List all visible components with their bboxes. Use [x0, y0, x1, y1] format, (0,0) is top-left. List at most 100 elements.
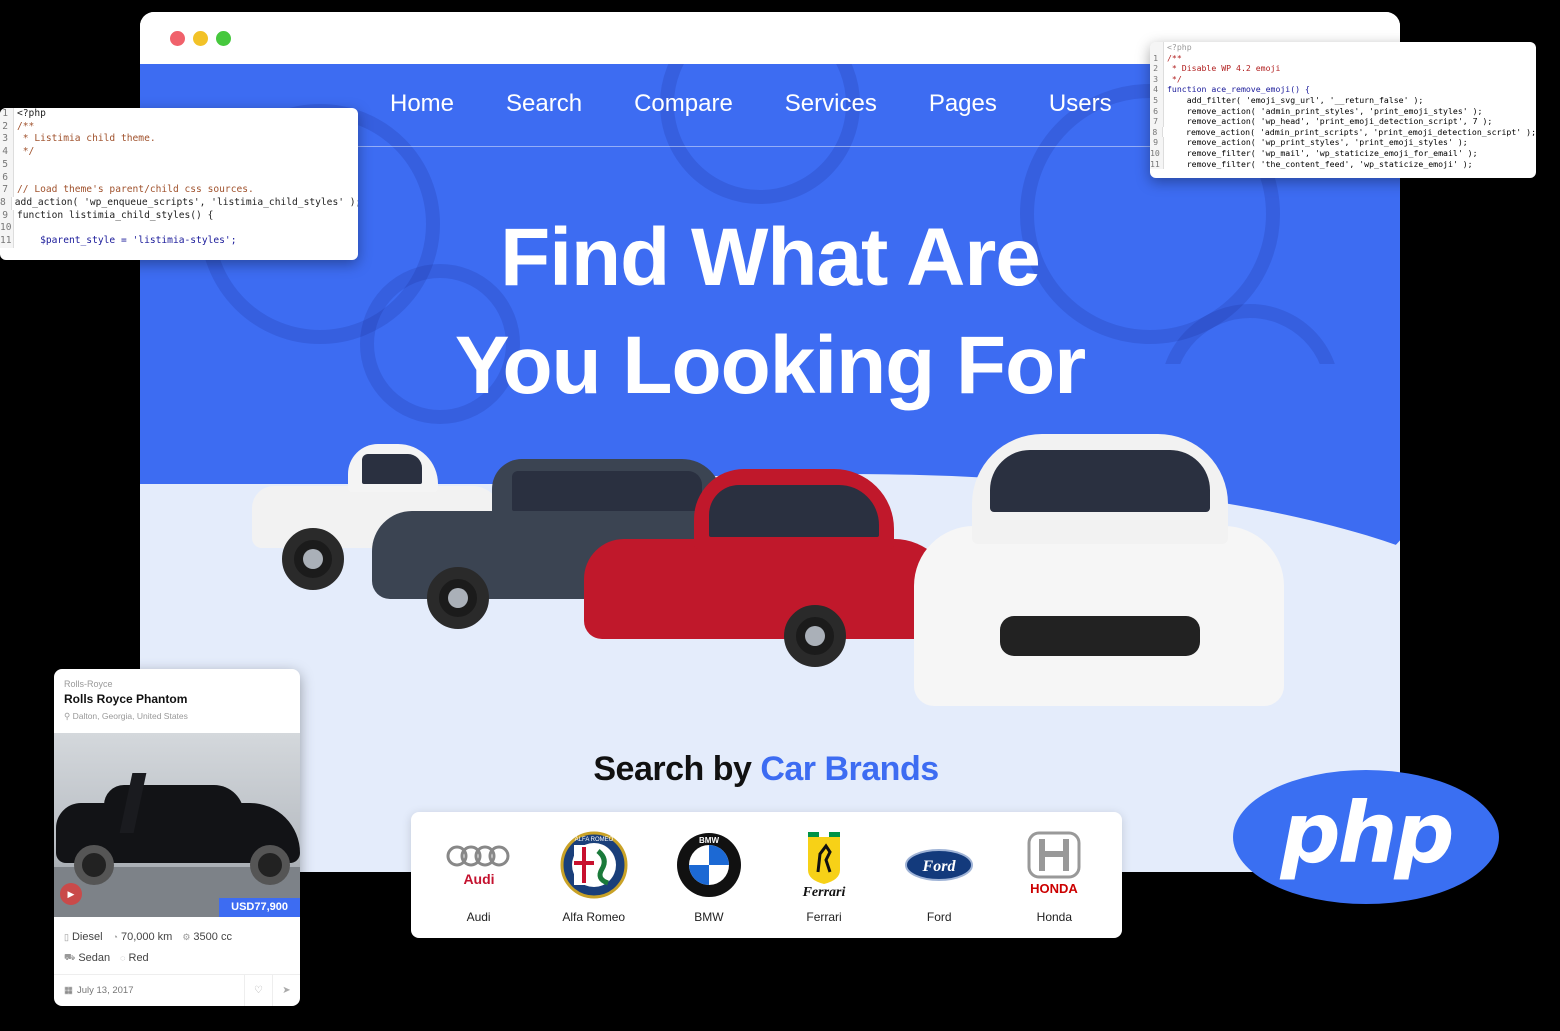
brand-ferrari[interactable]: Ferrari Ferrari: [774, 830, 874, 938]
brands-card: Audi Audi ALFA ROMEO Alfa Romeo BMW BMW …: [411, 812, 1122, 938]
line-number: 2: [0, 120, 14, 134]
honda-logo-icon: HONDA: [1018, 830, 1090, 900]
calendar-icon: ▦: [64, 985, 73, 996]
code-line: /**: [1167, 52, 1182, 63]
code-line: remove_filter( 'wp_mail', 'wp_staticize_…: [1167, 147, 1478, 158]
svg-text:ALFA ROMEO: ALFA ROMEO: [574, 837, 613, 843]
line-number: 5: [0, 158, 14, 172]
spec-engine: 3500 cc: [193, 931, 232, 943]
listing-footer: ▦ July 13, 2017 ♡ ➤: [54, 974, 300, 1006]
code-line: function ace_remove_emoji() {: [1167, 84, 1310, 95]
color-icon: ◌: [120, 953, 126, 963]
line-number: 11: [0, 235, 14, 248]
php-logo-text: php: [1280, 784, 1454, 882]
line-number: 8: [0, 196, 12, 210]
listing-location: ⚲ Dalton, Georgia, United States: [64, 711, 188, 722]
spec-body: Sedan: [78, 952, 111, 964]
nav-pages[interactable]: Pages: [929, 90, 997, 130]
code-line: $parent_style = 'listimia-styles';: [17, 235, 237, 247]
maximize-window-button[interactable]: [216, 31, 231, 46]
bmw-logo-icon: BMW: [673, 830, 745, 900]
listing-photo[interactable]: ▶ USD77,900: [54, 733, 300, 917]
brand-ford[interactable]: Ford Ford: [889, 830, 989, 938]
minimize-window-button[interactable]: [193, 31, 208, 46]
line-number: 8: [1150, 126, 1164, 138]
photo-car-wheel: [74, 845, 114, 885]
brand-label: Audi: [466, 910, 491, 924]
listing-date: July 13, 2017: [76, 985, 134, 996]
nav-search[interactable]: Search: [506, 90, 582, 130]
svg-text:Audi: Audi: [463, 871, 494, 887]
line-number: [1150, 42, 1164, 53]
line-number: 7: [0, 184, 14, 197]
code-line: /**: [17, 120, 35, 132]
ford-logo-icon: Ford: [903, 830, 975, 900]
brand-honda[interactable]: HONDA Honda: [1004, 830, 1104, 938]
svg-text:Ferrari: Ferrari: [802, 885, 846, 900]
listing-price-badge: USD77,900: [219, 898, 300, 917]
code-line: */: [17, 146, 35, 158]
favorite-heart-icon[interactable]: ♡: [244, 974, 272, 1006]
fuel-icon: ▯: [64, 931, 69, 942]
code-snippet-right: <?php 1/** 2 * Disable WP 4.2 emoji 3 */…: [1150, 42, 1536, 178]
nav-users[interactable]: Users: [1049, 90, 1112, 130]
code-line: remove_filter( 'the_content_feed', 'wp_s…: [1167, 158, 1473, 169]
listing-card[interactable]: Rolls-Royce Rolls Royce Phantom ⚲ Dalton…: [54, 669, 300, 1006]
share-icon[interactable]: ➤: [272, 974, 300, 1006]
listing-title[interactable]: Rolls Royce Phantom: [64, 692, 187, 706]
line-number: 10: [0, 222, 14, 236]
brand-audi[interactable]: Audi Audi: [429, 830, 529, 938]
listing-specs: ▯ Diesel ◔ 70,000 km ⚙ 3500 cc ⛟ Sedan ◌ Red: [64, 931, 232, 973]
brands-heading: Search by Car Brands: [140, 750, 1392, 789]
brand-label: Honda: [1036, 910, 1073, 924]
code-line: add_filter( 'emoji_svg_url', '__return_f…: [1167, 94, 1424, 105]
line-number: 10: [1150, 147, 1164, 159]
brand-label: Ferrari: [806, 910, 842, 924]
line-number: 3: [1150, 73, 1164, 85]
svg-text:BMW: BMW: [699, 836, 719, 845]
brands-heading-prefix: Search by: [593, 750, 752, 788]
nav-home[interactable]: Home: [390, 90, 454, 130]
nav-compare[interactable]: Compare: [634, 90, 733, 130]
brand-label: Ford: [926, 910, 952, 924]
line-number: 11: [1150, 158, 1164, 170]
code-line: <?php: [1167, 42, 1192, 52]
line-number: 6: [1150, 105, 1164, 117]
line-number: 9: [1150, 137, 1164, 148]
listing-location-text: Dalton, Georgia, United States: [72, 711, 188, 721]
spec-color: Red: [128, 952, 149, 964]
code-line: add_action( 'wp_enqueue_scripts', 'listi…: [14, 196, 358, 208]
location-pin-icon: ⚲: [64, 711, 73, 721]
line-number: 4: [0, 146, 14, 159]
code-line: function listimia_child_styles() {: [17, 209, 214, 221]
close-window-button[interactable]: [170, 31, 185, 46]
listing-brand: Rolls-Royce: [64, 679, 113, 689]
video-play-icon[interactable]: ▶: [60, 883, 82, 905]
gear-pattern-icon: [660, 64, 860, 204]
photo-car-wheel: [250, 845, 290, 885]
code-snippet-left: 1 <?php 2/** 3 * Listimia child theme. 4 …: [0, 108, 358, 260]
line-number: 3: [0, 133, 14, 147]
engine-icon: ⚙: [182, 931, 191, 942]
brand-label: Alfa Romeo: [562, 910, 626, 924]
mileage-icon: ◔: [112, 932, 118, 942]
nav-services[interactable]: Services: [785, 90, 877, 130]
brand-alfa-romeo[interactable]: ALFA ROMEO Alfa Romeo: [544, 830, 644, 938]
brand-bmw[interactable]: BMW BMW: [659, 830, 759, 938]
brand-label: BMW: [694, 910, 724, 924]
code-line: */: [1167, 73, 1182, 84]
svg-text:Ford: Ford: [922, 858, 957, 875]
code-line: * Disable WP 4.2 emoji: [1167, 63, 1281, 74]
line-number: 7: [1150, 116, 1164, 127]
code-line: // Load theme's parent/child css sources…: [17, 184, 254, 196]
svg-text:HONDA: HONDA: [1031, 881, 1079, 896]
code-line: remove_action( 'admin_print_scripts', 'p…: [1166, 126, 1536, 137]
code-line: remove_action( 'wp_print_styles', 'print…: [1167, 137, 1468, 148]
audi-logo-icon: Audi: [443, 830, 515, 900]
white-sedan-image: [910, 434, 1290, 724]
line-number: 1: [0, 108, 14, 121]
line-number: 6: [0, 171, 14, 185]
code-line: remove_action( 'admin_print_styles', 'pr…: [1167, 105, 1483, 116]
